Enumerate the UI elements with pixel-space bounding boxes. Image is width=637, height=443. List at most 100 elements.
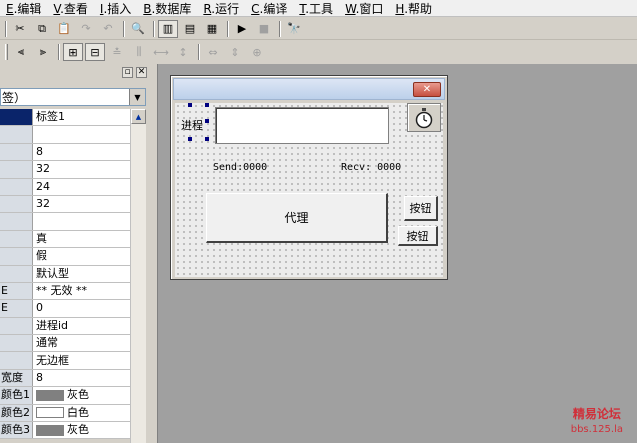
align-center-v-icon[interactable]: ⊟ [85,43,105,61]
align-middle-icon[interactable]: ⫼ [129,43,149,61]
align-top-icon[interactable]: ≛ [107,43,127,61]
property-scrollbar[interactable]: ▲ [130,109,146,443]
property-value-text: ** 无效 ** [36,284,87,298]
property-row[interactable]: 无边框 [0,352,146,370]
property-row[interactable]: 默认型 [0,265,146,283]
selection-handle[interactable] [205,137,209,141]
align-left-icon[interactable]: ⫷ [11,43,31,61]
selection-handle[interactable] [188,103,192,107]
property-key [0,195,33,213]
property-row[interactable]: 进程id [0,317,146,336]
property-row[interactable]: 32 [0,161,146,179]
property-value-text: 24 [36,179,50,193]
property-value-text: 32 [36,162,50,176]
menu-view[interactable]: V.查看 [47,0,94,17]
menu-database[interactable]: B.数据库 [137,0,197,17]
property-key: 颜色2 [0,404,33,422]
layout-split-icon[interactable]: ▤ [180,20,200,38]
button-1[interactable]: 按钮 [404,196,438,221]
align-center-h-icon[interactable]: ⊞ [63,43,83,61]
toolbar-separator [58,44,60,60]
restore-icon[interactable]: ▫ [122,66,133,78]
space-horizontal-icon[interactable]: ⟷ [151,43,171,61]
align-right-icon[interactable]: ⫸ [33,43,53,61]
button-2[interactable]: 按钮 [398,226,438,246]
form-client-area[interactable]: 进程 Send:0000 Recv: 0000 代理 按钮 按钮 [175,103,443,277]
find-icon[interactable]: 🔍 [128,20,148,38]
property-row[interactable]: 32 [0,195,146,214]
form-close-button[interactable]: ✕ [413,82,441,97]
property-key: 颜色3 [0,422,33,439]
property-key [0,352,33,369]
selection-handle[interactable] [205,119,209,123]
close-icon[interactable]: ✕ [136,66,147,78]
copy-icon[interactable]: ⧉ [32,20,52,38]
property-value-text: 白色 [67,405,89,419]
property-key [0,126,33,143]
property-key [0,335,33,352]
run-icon[interactable]: ▶ [232,20,252,38]
property-value-text: 通常 [36,336,58,350]
property-row[interactable]: E0 [0,300,146,318]
property-value-text: 32 [36,197,50,211]
layout-grid-icon[interactable]: ▦ [202,20,222,38]
property-key [0,161,33,178]
menu-edit[interactable]: E.编辑 [0,0,47,17]
scroll-up-icon[interactable]: ▲ [131,109,146,124]
menu-compile[interactable]: C.编译 [245,0,293,17]
layout-panel-icon[interactable]: ▥ [158,19,178,38]
process-input[interactable] [215,107,389,144]
property-key [0,230,33,248]
redo-icon[interactable]: ↷ [76,20,96,38]
property-row[interactable]: 颜色1 灰色 [0,387,146,405]
same-width-icon[interactable]: ⇔ [203,43,223,61]
property-row[interactable]: 颜色3 灰色 [0,422,146,440]
chevron-down-icon[interactable]: ▼ [129,89,145,105]
property-row[interactable]: 8 [0,143,146,162]
property-value-text: 默认型 [36,266,69,280]
color-swatch [36,389,64,401]
binoculars-icon[interactable]: 🔭 [284,20,304,38]
property-row[interactable]: 颜色2 白色 [0,404,146,423]
menu-window[interactable]: W.窗口 [339,0,389,17]
send-counter-label[interactable]: Send:0000 [213,162,267,173]
process-label[interactable]: 进程 [181,117,203,133]
proxy-button[interactable]: 代理 [206,193,388,243]
menu-run[interactable]: R.运行 [197,0,245,17]
component-selector[interactable]: 签） ▼ [0,88,146,106]
toolbar-separator [198,44,200,60]
property-row[interactable]: 宽度 8 [0,369,146,388]
paste-icon[interactable]: 📋 [54,20,74,38]
recv-counter-label[interactable]: Recv: 0000 [341,162,401,173]
cut-icon[interactable]: ✂ [10,20,30,38]
menu-tools[interactable]: T.工具 [293,0,339,17]
property-row[interactable]: 真 [0,230,146,249]
property-value-text: 真 [36,231,47,245]
toolbar-separator [227,20,229,37]
menu-insert[interactable]: I.插入 [94,0,137,17]
selection-handle[interactable] [205,103,209,107]
property-row[interactable]: 通常 [0,335,146,353]
designer-form-window[interactable]: ✕ 进程 Send:0000 Recv: 0000 代理 按钮 按钮 [170,75,448,280]
menu-help[interactable]: H.帮助 [389,0,438,17]
property-row[interactable]: 标签1… [0,109,146,127]
panel-titlebar: ▫ ✕ [0,64,150,80]
property-row[interactable] [0,213,146,231]
panel-splitter[interactable] [150,64,158,443]
property-row[interactable] [0,126,146,144]
site-watermark: 精易论坛 bbs.125.la [571,407,623,437]
property-value-text: 灰色 [67,423,89,437]
same-height-icon[interactable]: ⇕ [225,43,245,61]
property-key: E [0,300,33,317]
timer-icon[interactable] [407,103,441,132]
property-row[interactable]: 24 [0,178,146,196]
stop-icon[interactable]: ■ [254,20,274,38]
selection-handle[interactable] [188,137,192,141]
alignment-toolbar: ⫷ ⫸ ⊞ ⊟ ≛ ⫼ ⟷ ↕ ⇔ ⇕ ⊕ [0,41,637,63]
undo-icon[interactable]: ↶ [98,20,118,38]
property-row[interactable]: 假 [0,248,146,266]
component-selector-value: 签） [2,90,27,105]
same-size-icon[interactable]: ⊕ [247,43,267,61]
space-vertical-icon[interactable]: ↕ [173,43,193,61]
property-row[interactable]: E ** 无效 ** [0,282,146,301]
